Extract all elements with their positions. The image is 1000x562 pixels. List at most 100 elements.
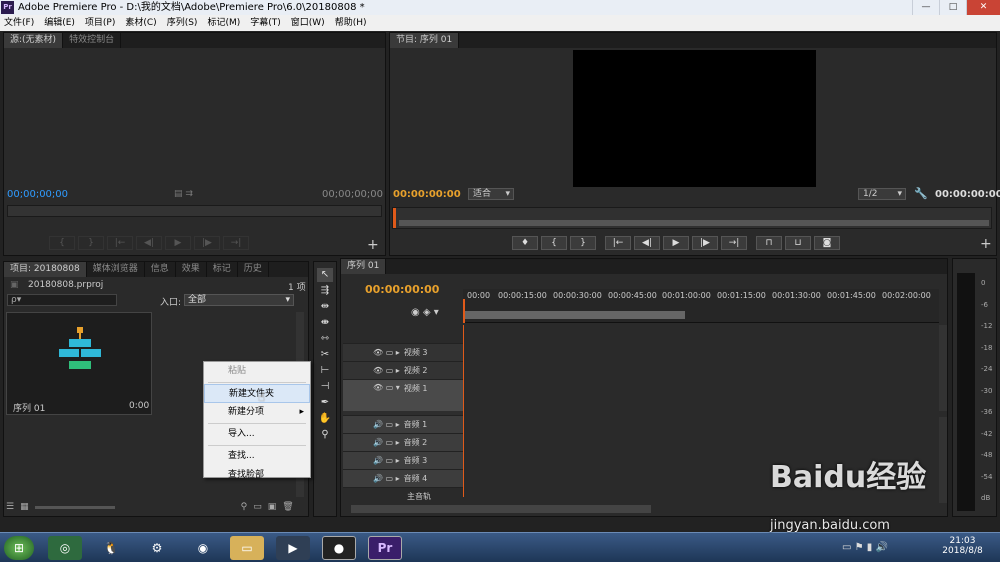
menu-sequence[interactable]: 序列(S): [167, 15, 198, 31]
tab-program[interactable]: 节目: 序列 01: [390, 33, 460, 48]
menu-item-new-folder[interactable]: 新建文件夹: [204, 384, 310, 403]
menu-item-paste[interactable]: 粘贴: [204, 362, 310, 381]
add-button-icon[interactable]: +: [367, 237, 379, 253]
minimize-button[interactable]: —: [912, 0, 939, 15]
export-frame-icon[interactable]: ◙: [814, 236, 840, 250]
new-item-icon[interactable]: ▣: [268, 502, 277, 514]
close-button[interactable]: ✕: [966, 0, 1000, 15]
go-to-out-icon[interactable]: →|: [223, 236, 249, 250]
clock[interactable]: 21:03 2018/8/8: [940, 536, 985, 556]
slip-tool-icon[interactable]: ⊢: [317, 364, 333, 378]
rolling-edit-tool-icon[interactable]: ⇼: [317, 316, 333, 330]
video-app-icon[interactable]: ▶: [276, 536, 310, 560]
qq-icon[interactable]: 🐧: [94, 536, 128, 560]
firefox-icon[interactable]: ◉: [186, 536, 220, 560]
tray-icons[interactable]: ▭ ⚑ ▮ 🔊: [842, 542, 888, 553]
resolution-dropdown[interactable]: 1/2 ▾: [858, 188, 906, 200]
fit-dropdown[interactable]: 适合 ▾: [468, 188, 514, 200]
wrench-icon[interactable]: 🔧: [914, 187, 928, 200]
search-icon[interactable]: ⚲: [241, 502, 248, 514]
tab-source[interactable]: 源:(无素材): [4, 33, 64, 48]
tab-markers[interactable]: 标记: [207, 262, 238, 277]
timeline-ruler[interactable]: 00:00 00:00:15:00 00:00:30:00 00:00:45:0…: [463, 289, 939, 323]
list-view-icon[interactable]: ☰: [6, 502, 14, 514]
tab-info[interactable]: 信息: [145, 262, 176, 277]
menu-title[interactable]: 字幕(T): [250, 15, 281, 31]
menu-item-new-item[interactable]: 新建分项 ▸: [204, 403, 310, 422]
slide-tool-icon[interactable]: ⊣: [317, 380, 333, 394]
menu-file[interactable]: 文件(F): [4, 15, 34, 31]
track-video-3[interactable]: 👁 ▭ ▸ 视频 3: [343, 343, 463, 361]
menu-item-find-faces[interactable]: 查找脸部: [204, 466, 310, 485]
hand-tool-icon[interactable]: ✋: [317, 412, 333, 426]
menu-window[interactable]: 窗口(W): [291, 15, 325, 31]
menu-edit[interactable]: 编辑(E): [44, 15, 75, 31]
rate-stretch-tool-icon[interactable]: ⇿: [317, 332, 333, 346]
go-to-in-icon[interactable]: |←: [107, 236, 133, 250]
ripple-edit-tool-icon[interactable]: ⇹: [317, 300, 333, 314]
snap-icon[interactable]: ◉ ◈ ▾: [411, 307, 439, 318]
zoom-slider[interactable]: [34, 506, 115, 509]
step-forward-icon[interactable]: |▶: [692, 236, 718, 250]
start-button[interactable]: ⊞: [4, 536, 34, 560]
go-to-out-icon[interactable]: →|: [721, 236, 747, 250]
track-master[interactable]: 主音轨: [343, 487, 463, 505]
menu-project[interactable]: 项目(P): [85, 15, 115, 31]
tab-history[interactable]: 历史: [238, 262, 269, 277]
sequence-thumbnail[interactable]: 序列 01 0:00: [6, 312, 152, 415]
mark-in-icon[interactable]: {: [541, 236, 567, 250]
track-audio-4[interactable]: 🔊 ▭ ▸ 音频 4: [343, 469, 463, 487]
menu-help[interactable]: 帮助(H): [335, 15, 367, 31]
menu-item-import[interactable]: 导入...: [204, 425, 310, 444]
menu-marker[interactable]: 标记(M): [207, 15, 240, 31]
work-area-bar[interactable]: [463, 311, 685, 319]
tab-media-browser[interactable]: 媒体浏览器: [87, 262, 145, 277]
app-360-icon[interactable]: ◎: [48, 536, 82, 560]
lift-icon[interactable]: ⊓: [756, 236, 782, 250]
new-bin-icon[interactable]: ▭: [253, 502, 262, 514]
zoom-bar[interactable]: [399, 220, 989, 226]
file-explorer-icon[interactable]: ▭: [230, 536, 264, 560]
track-audio-2[interactable]: 🔊 ▭ ▸ 音频 2: [343, 433, 463, 451]
track-audio-1[interactable]: 🔊 ▭ ▸ 音频 1: [343, 415, 463, 433]
add-button-icon[interactable]: +: [980, 236, 992, 252]
program-time-ruler[interactable]: [392, 207, 992, 229]
icon-view-icon[interactable]: ▦: [20, 502, 29, 514]
video-scrollbar[interactable]: [939, 325, 947, 411]
media-player-icon[interactable]: ⚙: [140, 536, 174, 560]
step-back-icon[interactable]: ◀|: [634, 236, 660, 250]
menu-clip[interactable]: 素材(C): [125, 15, 156, 31]
tab-project[interactable]: 项目: 20180808: [4, 262, 87, 277]
tab-effects[interactable]: 效果: [176, 262, 207, 277]
step-back-icon[interactable]: ◀|: [136, 236, 162, 250]
play-icon[interactable]: ▶: [663, 236, 689, 250]
pen-tool-icon[interactable]: ✒: [317, 396, 333, 410]
track-video-1[interactable]: 👁 ▭ ▾ 视频 1: [343, 379, 463, 411]
tab-sequence[interactable]: 序列 01: [341, 259, 387, 274]
premiere-taskbar-icon[interactable]: Pr: [368, 536, 402, 560]
extract-icon[interactable]: ⊔: [785, 236, 811, 250]
selection-tool-icon[interactable]: ↖: [317, 268, 333, 282]
playhead[interactable]: [393, 208, 396, 228]
track-video-2[interactable]: 👁 ▭ ▸ 视频 2: [343, 361, 463, 379]
entry-dropdown[interactable]: 全部 ▾: [184, 294, 294, 306]
search-input[interactable]: ρ▾: [7, 294, 117, 306]
track-audio-3[interactable]: 🔊 ▭ ▸ 音频 3: [343, 451, 463, 469]
mark-in-icon[interactable]: {: [49, 236, 75, 250]
playhead[interactable]: [463, 299, 465, 323]
tab-effect-controls[interactable]: 特效控制台: [63, 33, 122, 48]
delete-icon[interactable]: 🗑: [282, 502, 293, 514]
source-time-ruler[interactable]: [7, 205, 382, 217]
track-select-tool-icon[interactable]: ⇶: [317, 284, 333, 298]
menu-item-find[interactable]: 查找...: [204, 447, 310, 466]
timeline-horizontal-scrollbar[interactable]: [351, 505, 651, 513]
add-marker-icon[interactable]: ♦: [512, 236, 538, 250]
recorder-icon[interactable]: ●: [322, 536, 356, 560]
mark-out-icon[interactable]: }: [78, 236, 104, 250]
audio-scrollbar[interactable]: [939, 417, 947, 503]
step-forward-icon[interactable]: |▶: [194, 236, 220, 250]
mark-out-icon[interactable]: }: [570, 236, 596, 250]
zoom-tool-icon[interactable]: ⚲: [317, 428, 333, 442]
go-to-in-icon[interactable]: |←: [605, 236, 631, 250]
razor-tool-icon[interactable]: ✂: [317, 348, 333, 362]
